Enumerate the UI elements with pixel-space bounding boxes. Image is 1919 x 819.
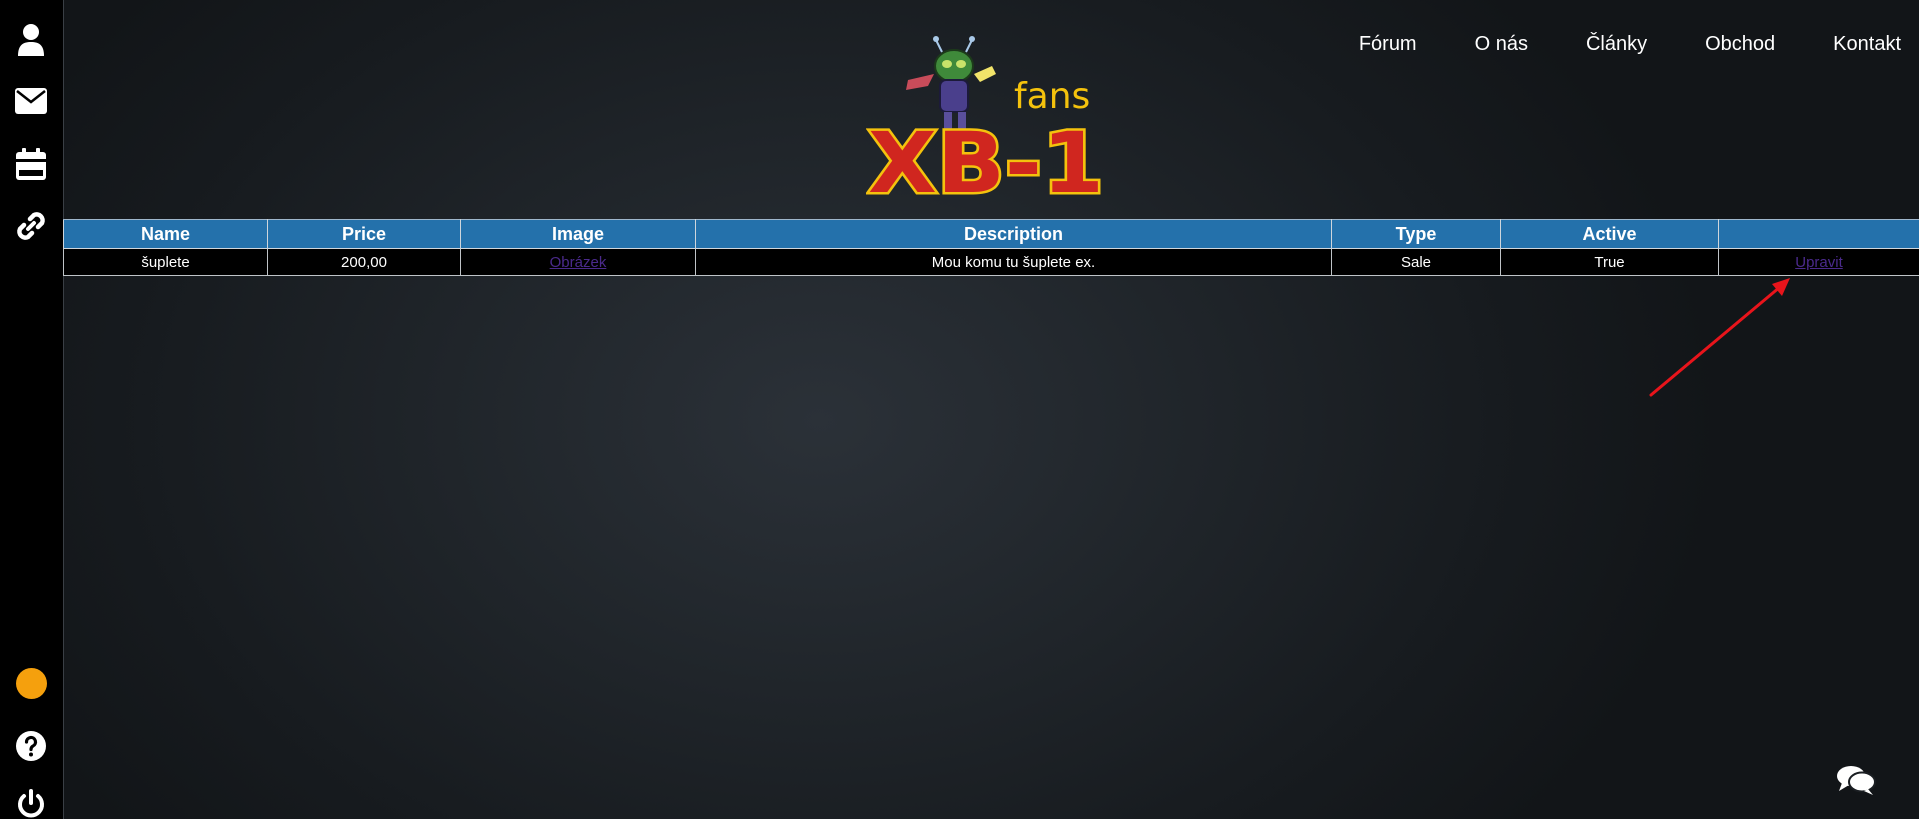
- chat-button[interactable]: [1833, 760, 1879, 800]
- products-table-wrapper: Name Price Image Description Type Active…: [63, 219, 1919, 276]
- nav-shop[interactable]: Obchod: [1705, 33, 1775, 56]
- links-button[interactable]: [12, 207, 50, 245]
- column-header-price[interactable]: Price: [267, 219, 461, 249]
- column-header-active[interactable]: Active: [1500, 219, 1719, 249]
- power-icon: [18, 789, 44, 818]
- logo-xb1-text: XB-1: [868, 114, 1104, 202]
- column-header-actions: [1718, 219, 1919, 249]
- cell-price: 200,00: [267, 248, 461, 276]
- logout-button[interactable]: [12, 785, 50, 819]
- xb1-fans-logo[interactable]: fans XB-1: [866, 34, 1110, 202]
- annotation-arrow-icon: [1649, 278, 1790, 397]
- help-icon: [16, 731, 46, 761]
- calendar-button[interactable]: [12, 145, 50, 183]
- status-dot[interactable]: [16, 668, 47, 699]
- profile-button[interactable]: [12, 21, 50, 59]
- cell-description: Mou komu tu šuplete ex.: [695, 248, 1332, 276]
- top-navigation: Fórum O nás Články Obchod Kontakt: [1359, 30, 1919, 58]
- logo-fans-text: fans: [1014, 76, 1090, 117]
- table-header-row: Name Price Image Description Type Active: [63, 219, 1919, 249]
- link-icon: [17, 212, 45, 240]
- products-table: Name Price Image Description Type Active…: [63, 219, 1919, 276]
- chat-bubbles-icon: [1837, 766, 1876, 795]
- sidebar: [0, 0, 64, 819]
- image-link[interactable]: Obrázek: [550, 254, 607, 271]
- user-icon: [18, 24, 44, 56]
- help-button[interactable]: [12, 727, 50, 765]
- nav-about[interactable]: O nás: [1475, 33, 1528, 56]
- column-header-type[interactable]: Type: [1331, 219, 1501, 249]
- cell-name: šuplete: [63, 248, 268, 276]
- messages-button[interactable]: [12, 82, 50, 120]
- envelope-icon: [15, 88, 47, 114]
- nav-contact[interactable]: Kontakt: [1833, 33, 1901, 56]
- edit-link[interactable]: Upravit: [1795, 254, 1843, 271]
- calendar-icon: [16, 148, 46, 180]
- nav-articles[interactable]: Články: [1586, 33, 1647, 56]
- column-header-description[interactable]: Description: [695, 219, 1332, 249]
- cell-image: Obrázek: [460, 248, 696, 276]
- nav-forum[interactable]: Fórum: [1359, 33, 1417, 56]
- column-header-name[interactable]: Name: [63, 219, 268, 249]
- cell-type: Sale: [1331, 248, 1501, 276]
- column-header-image[interactable]: Image: [460, 219, 696, 249]
